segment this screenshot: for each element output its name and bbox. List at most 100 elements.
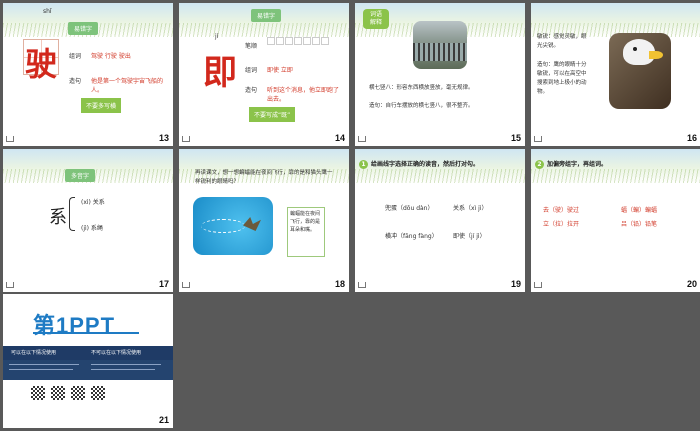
- slide-thumbnail-13[interactable]: shǐ 易错字 驶 组词 驾驶 行驶 驶出 造句 他是第一个驾驶宇宙飞船的人。 …: [3, 3, 173, 146]
- slide-thumbnail-18[interactable]: 再读课文，想一想蝙蝠能在夜间飞行，靠的是和猫头鹰一样锐利的眼睛吗？ 蝙蝠能在夜间…: [179, 149, 349, 292]
- row3-value: 听到这个消息，他立即跑了出去。: [267, 87, 340, 103]
- word-2: 关系（xì jì）: [453, 205, 488, 212]
- answer-box: 蝙蝠能在夜间飞行，靠的是耳朵和嘴。: [287, 207, 325, 257]
- grass-background: [531, 3, 700, 37]
- word-1: 去（驶）驶过: [543, 207, 580, 214]
- text-line: [91, 364, 161, 365]
- word-4: 吕（铅）铅笔: [621, 221, 658, 228]
- character: 系: [49, 207, 67, 228]
- heading-text: 给画线字选择正确的读音，然后打对勾。: [371, 161, 480, 168]
- question-number: 2: [535, 160, 544, 169]
- slide-number: 18: [334, 279, 345, 289]
- qr-code: [71, 386, 85, 400]
- text-line: [91, 369, 155, 370]
- question-number: 1: [359, 160, 368, 169]
- logo-underline: [33, 332, 139, 334]
- row2-value: 他是第一个驾驶宇宙飞船的人。: [91, 78, 164, 94]
- sound-waves: [201, 219, 245, 233]
- slide-number: 15: [510, 133, 521, 143]
- slide-thumbnail-14[interactable]: 易错字 jí 即 笔顺 组词 即使 立即 造句 听到这个消息，他立即跑了出去。 …: [179, 3, 349, 146]
- slide-title: 多音字: [65, 169, 96, 182]
- slide-icon: [6, 282, 14, 288]
- bat-silhouette: [243, 217, 261, 231]
- section-badge: 词语解释: [363, 9, 389, 29]
- qr-code: [31, 386, 45, 400]
- word-3: 横冲（fāng fàng）: [385, 233, 438, 240]
- eagle-beak: [649, 51, 663, 59]
- row1-value: 驾驶 行驶 驶出: [91, 53, 131, 60]
- row1-label: 组词: [69, 53, 82, 60]
- row3-label: 造句: [245, 87, 258, 94]
- text-line: [9, 369, 73, 370]
- stroke-cell: [267, 37, 275, 45]
- eagle-eye: [633, 47, 637, 51]
- example-line: 造句：自行车摆放的横七竖八，很不整齐。: [369, 103, 474, 109]
- exercise-heading: 2 加偏旁组字，再组词。: [535, 159, 607, 169]
- slide-number: 19: [510, 279, 521, 289]
- slide-icon: [182, 282, 190, 288]
- qr-code-row: [31, 386, 105, 400]
- ppt-logo: 第1PPT: [33, 308, 115, 340]
- logo-text: 第1PPT: [33, 313, 116, 338]
- row2-label: 造句: [69, 78, 82, 85]
- bicycle-row: [413, 43, 467, 61]
- definition-text: 敏锐：感觉灵敏，眼光尖锐。: [537, 34, 587, 49]
- word-2: 蝠（蝙）蝙蝠: [621, 207, 658, 214]
- definition-line: 横七竖八：形容东西横放竖放，毫无规律。: [369, 85, 474, 91]
- slide-number: 20: [686, 279, 697, 289]
- heading-text: 加偏旁组字，再组词。: [547, 161, 608, 168]
- row2-value: 即使 立即: [267, 67, 293, 74]
- row1-label: 笔顺: [245, 43, 258, 50]
- slide-icon: [534, 282, 542, 288]
- slide-title: 易错字: [251, 9, 282, 22]
- allowed-uses-title: 可以在以下情况使用: [11, 350, 57, 356]
- slide-thumbnail-20[interactable]: 2 加偏旁组字，再组词。 去（驶）驶过 蝠（蝙）蝙蝠 立（拉）拉开 吕（铅）铅笔 …: [531, 149, 700, 292]
- word-1: 兜蛋（dōu dàn）: [385, 205, 434, 212]
- stroke-cell: [276, 37, 284, 45]
- stroke-order-grid: [267, 37, 329, 45]
- reading-1: (xì) 关系: [81, 199, 105, 206]
- bat-echo-image: [193, 197, 273, 255]
- example-text: 造句：鹰的眼睛十分敏锐，可以在高空中搜索到地上极小的动物。: [537, 62, 587, 95]
- row2-label: 组词: [245, 67, 258, 74]
- slide-thumbnail-15[interactable]: 词语解释 横七竖八：形容东西横放竖放，毫无规律。 造句：自行车摆放的横七竖八，很…: [355, 3, 525, 146]
- note-box: 不要多写横: [81, 98, 122, 113]
- slide-number: 16: [686, 133, 697, 143]
- pinyin: shǐ: [43, 8, 52, 15]
- character: 即: [203, 53, 237, 93]
- eagle-photo: [609, 33, 671, 109]
- stroke-cell: [312, 37, 320, 45]
- word-3: 立（拉）拉开: [543, 221, 580, 228]
- bicycles-photo: [413, 21, 467, 69]
- pinyin: jí: [215, 33, 219, 40]
- slide-title: 易错字: [68, 22, 99, 35]
- slide-icon: [182, 136, 190, 142]
- stroke-cell: [285, 37, 293, 45]
- info-body: [3, 360, 173, 380]
- slide-number: 13: [158, 133, 169, 143]
- slide-icon: [358, 282, 366, 288]
- brace: [69, 197, 75, 231]
- question-text: 再读课文，想一想蝙蝠能在夜间飞行，靠的是和猫头鹰一样锐利的眼睛吗？: [195, 170, 333, 185]
- slide-icon: [6, 136, 14, 142]
- info-header-bar: 可以在以下情况使用 不可以在以下情况使用: [3, 346, 173, 360]
- qr-code: [91, 386, 105, 400]
- answer-text: 蝙蝠能在夜间飞行，靠的是耳朵和嘴。: [290, 211, 321, 233]
- reading-2: (jì) 系绳: [81, 225, 103, 232]
- note-box: 不要写成“既”: [249, 107, 296, 122]
- stroke-cell: [303, 37, 311, 45]
- slide-thumbnail-17[interactable]: 多音字 系 (xì) 关系 (jì) 系绳 17: [3, 149, 173, 292]
- stroke-cell: [294, 37, 302, 45]
- exercise-heading: 1 给画线字选择正确的读音，然后打对勾。: [359, 159, 479, 169]
- slide-thumbnail-16[interactable]: 敏锐：感觉灵敏，眼光尖锐。 造句：鹰的眼睛十分敏锐，可以在高空中搜索到地上极小的…: [531, 3, 700, 146]
- forbidden-uses-title: 不可以在以下情况使用: [91, 350, 142, 356]
- slide-icon: [358, 136, 366, 142]
- text-line: [9, 364, 79, 365]
- stroke-cell: [321, 37, 329, 45]
- word-4: 即使（jí jì）: [453, 233, 486, 240]
- slide-thumbnail-21[interactable]: 第1PPT 可以在以下情况使用 不可以在以下情况使用 21: [3, 294, 173, 428]
- slide-number: 17: [158, 279, 169, 289]
- slide-icon: [534, 136, 542, 142]
- slide-thumbnail-19[interactable]: 1 给画线字选择正确的读音，然后打对勾。 兜蛋（dōu dàn） 关系（xì jì…: [355, 149, 525, 292]
- slide-number: 14: [334, 133, 345, 143]
